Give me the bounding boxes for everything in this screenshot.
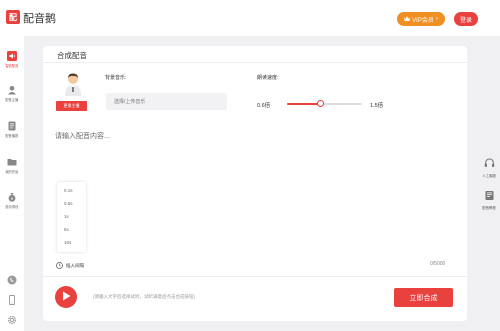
document-icon <box>7 121 17 131</box>
content-input[interactable]: 请输入配音内容... <box>55 131 455 161</box>
insert-pause-button[interactable]: 插入间隔 <box>56 260 84 271</box>
sidebar-item-label: 配音播报 <box>5 134 19 138</box>
folder-icon <box>7 157 17 167</box>
vip-label: VIP会员 <box>412 17 434 24</box>
speaker-icon <box>7 51 17 61</box>
char-count: 0/5000 <box>430 261 446 267</box>
vip-arrow-icon: › <box>435 16 438 22</box>
pause-option[interactable]: 1s <box>64 214 69 219</box>
pause-option[interactable]: 5s <box>64 227 69 232</box>
sidebar-item-broadcast[interactable]: 配音播报 <box>0 118 24 144</box>
customer-service-button[interactable]: 人工客服 <box>478 158 500 178</box>
login-button[interactable]: 登录 <box>454 12 478 26</box>
pause-options-list: 0.1s 0.5s 1s 5s 10s <box>57 182 86 252</box>
divider <box>43 276 467 277</box>
crown-icon <box>404 15 411 23</box>
phone-icon[interactable] <box>7 275 17 285</box>
clock-icon <box>56 261 63 270</box>
play-icon <box>62 291 71 303</box>
play-button[interactable] <box>55 286 77 308</box>
insert-pause-label: 插入间隔 <box>66 262 84 268</box>
sidebar-item-label: 我的作品 <box>5 170 19 174</box>
app-title: 配音鹅 <box>23 13 56 25</box>
vip-button[interactable]: VIP会员 › <box>397 12 445 26</box>
background-music-label: 背景音乐: <box>105 75 127 81</box>
background-music-input[interactable] <box>106 93 227 110</box>
sidebar-item-my-works[interactable]: 我的作品 <box>0 154 24 180</box>
headset-icon <box>484 158 495 171</box>
speed-label: 朗读速度: <box>257 75 279 81</box>
panel-title: 合成配音 <box>57 51 87 60</box>
change-anchor-button[interactable]: 更换主播 <box>56 101 87 111</box>
divider <box>43 62 467 63</box>
pause-option[interactable]: 10s <box>64 240 71 245</box>
speed-slider-fill <box>287 103 321 105</box>
sidebar-item-anchors[interactable]: 配音主播 <box>0 82 24 108</box>
speed-slider[interactable] <box>287 100 362 107</box>
left-sidebar: 智能配音 配音主播 配音播报 我的作品 ¥ 邀请得钱 <box>0 36 24 331</box>
speed-min-label: 0.6倍 <box>257 103 271 109</box>
app-logo: 配 <box>6 10 20 24</box>
book-icon <box>484 190 495 203</box>
title-bar: 配 配音鹅 VIP会员 › 登录 <box>0 0 500 36</box>
tutorial-button[interactable]: 配音教程 <box>478 190 500 210</box>
sidebar-item-label: 邀请得钱 <box>5 205 19 209</box>
speed-slider-handle[interactable] <box>317 100 325 107</box>
money-bag-icon: ¥ <box>7 192 17 202</box>
anchor-icon <box>7 85 17 95</box>
synthesis-panel: 合成配音 更换主播 背景音乐: 朗读速度: 0.6倍 1.5倍 请输入配音内容.… <box>43 46 467 321</box>
pause-option[interactable]: 0.5s <box>64 201 73 206</box>
sidebar-item-invite[interactable]: ¥ 邀请得钱 <box>0 189 24 215</box>
sidebar-item-smart-dubbing[interactable]: 智能配音 <box>0 48 24 74</box>
synthesize-button[interactable]: 立即合成 <box>394 288 453 307</box>
anchor-avatar[interactable] <box>62 72 84 96</box>
speed-max-label: 1.5倍 <box>370 103 384 109</box>
sidebar-item-label: 配音主播 <box>5 98 19 102</box>
pause-option[interactable]: 0.1s <box>64 188 73 193</box>
right-sidebar-label: 配音教程 <box>482 206 496 210</box>
sidebar-item-label: 智能配音 <box>5 64 19 68</box>
settings-icon[interactable] <box>7 315 17 325</box>
right-sidebar-label: 人工客服 <box>482 174 496 178</box>
hint-text: (请输入文字后选择试听，试听满意后点击合成按钮) <box>93 294 195 299</box>
mobile-icon[interactable] <box>7 295 17 305</box>
